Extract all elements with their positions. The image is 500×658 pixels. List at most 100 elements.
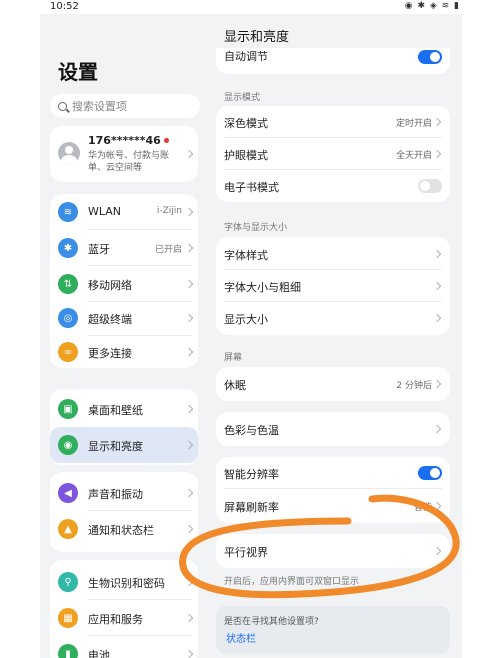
status-icons: ◉ ✱ ◈ ≋ ▮ <box>404 1 460 11</box>
page-title: 设置 <box>58 60 98 84</box>
chevron-right-icon <box>184 488 194 498</box>
account-description: 华为帐号、付款与账单、云空间等 <box>88 151 170 173</box>
settings-group-connectivity: ≋ WLAN i-Zijin ✱ 蓝牙 已开启 ⇅ 移动网络 ◎ 超级终端 ∞ … <box>50 194 198 368</box>
chevron-right-icon <box>184 613 194 623</box>
row-value: 定时开启 <box>395 119 432 129</box>
smart-resolution-row[interactable]: 智能分辨率 <box>216 457 450 489</box>
smart-resolution-toggle[interactable] <box>418 466 442 480</box>
chevron-right-icon <box>184 524 194 534</box>
chevron-right-icon <box>432 379 442 389</box>
sidebar-item-label: 桌面和壁纸 <box>88 404 143 417</box>
row-label: 护眼模式 <box>224 149 268 162</box>
sidebar-item-wallpaper[interactable]: ▣ 桌面和壁纸 <box>50 391 198 427</box>
account-card[interactable]: 176******46 华为帐号、付款与账单、云空间等 <box>50 126 198 182</box>
font-style-row[interactable]: 字体样式 <box>216 238 450 270</box>
chevron-right-icon <box>432 149 442 159</box>
detail-pane: 显示和亮度 自动调节 显示模式 深色模式 定时开启 护眼模式 全天开启 电子书模… <box>208 14 462 658</box>
ebook-mode-toggle[interactable] <box>418 179 442 193</box>
settings-group-sound: ◀ 声音和振动 ▲ 通知和状态栏 <box>50 472 198 552</box>
sidebar-item-mobile-network[interactable]: ⇅ 移动网络 <box>50 266 198 302</box>
display-brightness-icon: ◉ <box>58 435 78 455</box>
chevron-right-icon <box>184 577 194 587</box>
row-label: 屏幕刷新率 <box>224 501 279 514</box>
row-label: 休眠 <box>224 379 246 392</box>
row-label: 电子书模式 <box>224 181 279 194</box>
search-placeholder: 搜索设置项 <box>72 100 127 113</box>
status-bar: 10:52 ◉ ✱ ◈ ≋ ▮ <box>0 0 500 14</box>
parallel-view-card: 平行视界 <box>216 534 450 568</box>
chevron-right-icon <box>184 404 194 414</box>
ebook-mode-row[interactable]: 电子书模式 <box>216 170 450 202</box>
status-time: 10:52 <box>50 1 79 12</box>
sidebar-item-label: 通知和状态栏 <box>88 524 154 537</box>
auto-adjust-card: 自动调节 <box>216 48 450 74</box>
sidebar-item-super-device[interactable]: ◎ 超级终端 <box>50 300 198 336</box>
sidebar-item-value: 已开启 <box>154 245 182 255</box>
row-label: 智能分辨率 <box>224 468 279 481</box>
dark-mode-row[interactable]: 深色模式 定时开启 <box>216 106 450 138</box>
refresh-rate-row[interactable]: 屏幕刷新率 智能 <box>216 490 450 522</box>
sidebar-item-display-brightness[interactable]: ◉ 显示和亮度 <box>50 427 198 463</box>
row-label: 自动调节 <box>224 50 268 63</box>
sidebar-item-wlan[interactable]: ≋ WLAN i-Zijin <box>50 194 198 230</box>
toggle-knob <box>430 52 440 62</box>
chevron-right-icon <box>432 249 442 259</box>
search-icon <box>58 101 67 111</box>
chevron-right-icon <box>432 281 442 291</box>
toggle-knob <box>430 468 440 478</box>
sidebar-item-bluetooth[interactable]: ✱ 蓝牙 已开启 <box>50 230 198 266</box>
sidebar-item-battery[interactable]: ▮ 电池 <box>50 636 198 658</box>
sound-icon: ◀ <box>58 483 78 503</box>
sleep-row[interactable]: 休眠 2 分钟后 <box>216 368 450 400</box>
biometrics-icon: ⚲ <box>58 572 78 592</box>
display-size-row[interactable]: 显示大小 <box>216 302 450 334</box>
search-input[interactable]: 搜索设置项 <box>50 94 200 118</box>
row-label: 字体样式 <box>224 249 268 262</box>
auto-adjust-row[interactable]: 自动调节 <box>216 44 450 70</box>
sidebar-item-label: 更多连接 <box>88 347 132 360</box>
battery-icon: ▮ <box>58 644 78 658</box>
toggle-knob <box>420 181 430 191</box>
chevron-right-icon <box>432 546 442 556</box>
detail-title: 显示和亮度 <box>224 30 290 45</box>
row-value: 全天开启 <box>395 151 432 161</box>
parallel-view-row[interactable]: 平行视界 <box>216 535 450 567</box>
super-device-icon: ◎ <box>58 308 78 328</box>
sidebar-item-label: 应用和服务 <box>88 613 143 626</box>
suggestion-card: 是否在寻找其他设置项? 状态栏 <box>216 606 450 654</box>
settings-group-display: ▣ 桌面和壁纸 ◉ 显示和亮度 <box>50 389 198 465</box>
font-size-row[interactable]: 字体大小与粗细 <box>216 270 450 302</box>
sidebar-item-more-connections[interactable]: ∞ 更多连接 <box>50 334 198 370</box>
display-mode-card: 深色模式 定时开启 护眼模式 全天开启 电子书模式 <box>216 106 450 202</box>
row-value: 2 分钟后 <box>396 381 432 391</box>
wifi-icon: ≋ <box>58 202 78 222</box>
notification-icon: ▲ <box>58 519 78 539</box>
suggestion-link[interactable]: 状态栏 <box>226 630 256 645</box>
sidebar-item-biometrics[interactable]: ⚲ 生物识别和密码 <box>50 564 198 600</box>
auto-adjust-toggle[interactable] <box>418 50 442 64</box>
wallpaper-icon: ▣ <box>58 399 78 419</box>
sidebar-item-label: 电池 <box>88 649 110 658</box>
sidebar-item-label: 移动网络 <box>88 279 132 292</box>
chevron-right-icon <box>184 649 194 658</box>
sleep-card: 休眠 2 分钟后 <box>216 367 450 401</box>
row-label: 深色模式 <box>224 117 268 130</box>
color-temperature-row[interactable]: 色彩与色温 <box>216 413 450 445</box>
row-label: 显示大小 <box>224 313 268 326</box>
section-label: 显示模式 <box>224 93 261 103</box>
sidebar-item-label: WLAN <box>88 205 122 218</box>
sidebar-item-notifications[interactable]: ▲ 通知和状态栏 <box>50 511 198 547</box>
sidebar-item-label: 蓝牙 <box>88 243 110 256</box>
sidebar-item-apps[interactable]: ▦ 应用和服务 <box>50 600 198 636</box>
chevron-right-icon <box>184 207 194 217</box>
sidebar-item-label: 显示和亮度 <box>88 440 143 453</box>
chevron-right-icon <box>184 440 194 450</box>
account-name: 176******46 <box>88 134 161 147</box>
sidebar-item-value: i-Zijin <box>156 206 182 216</box>
divider <box>224 488 442 489</box>
sidebar-item-sound[interactable]: ◀ 声音和振动 <box>50 475 198 511</box>
eye-comfort-row[interactable]: 护眼模式 全天开启 <box>216 138 450 170</box>
notification-dot <box>164 138 169 143</box>
suggestion-question: 是否在寻找其他设置项? <box>224 617 319 627</box>
parallel-view-note: 开启后，应用内界面可双窗口显示 <box>224 577 360 587</box>
